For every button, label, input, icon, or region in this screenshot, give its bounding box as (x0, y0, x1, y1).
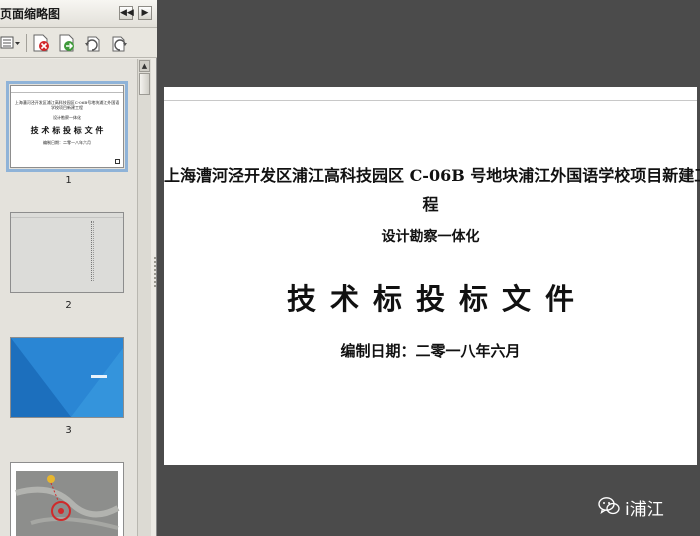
document-date: 编制日期：二零一八年六月 (340, 342, 521, 360)
document-title-line-2: 程 (422, 195, 439, 214)
thumbnail-1-main-title: 技 术 标 投 标 文 件 (30, 125, 104, 135)
panel-splitter[interactable] (153, 255, 157, 295)
page-thumbnails-panel: 页面缩略图 ◀◀ ▶ 上海漕河泾开发区浦江高科技园区C-06B号地块浦江外国语学… (0, 0, 157, 536)
panel-title: 页面缩略图 (0, 7, 61, 21)
thumbnail-options-icon[interactable] (0, 33, 22, 53)
thumbnail-1-number: 1 (65, 175, 72, 186)
page-view-marker (115, 159, 120, 164)
thumbnail-list[interactable]: 上海漕河泾开发区浦江高科技园区C-06B号地块浦江外国语学校项目新建工程 设计勘… (0, 59, 137, 536)
thumbnail-page-2[interactable] (10, 212, 124, 293)
thumbnail-1-date: 编制日期：二零一八年六月 (43, 140, 91, 145)
rotate-left-icon[interactable] (83, 33, 103, 53)
expand-panel-button[interactable]: ▶ (138, 6, 152, 20)
document-title-line-1: 上海漕河泾开发区浦江高科技园区 C-06B 号地块浦江外国语学校项目新建工 (164, 166, 700, 185)
thumbnail-page-4[interactable] (10, 462, 124, 536)
delete-page-icon[interactable] (31, 33, 51, 53)
thumbnail-page-3[interactable] (10, 337, 124, 418)
thumbnail-2-number: 2 (65, 300, 72, 311)
rotate-right-icon[interactable] (109, 33, 129, 53)
insert-page-icon[interactable] (57, 33, 77, 53)
thumbnail-1-subtitle: 设计勘察一体化 (53, 115, 81, 120)
page-header-rule (164, 87, 697, 101)
document-main-title: 技术标投标文件 (286, 282, 588, 316)
wechat-icon (598, 497, 620, 515)
panel-header: 页面缩略图 ◀◀ ▶ (0, 0, 157, 28)
thumbnail-2-vertical-text (91, 221, 94, 281)
document-page: 上海漕河泾开发区浦江高科技园区 C-06B 号地块浦江外国语学校项目新建工 程 … (164, 87, 700, 465)
thumbnail-scrollbar[interactable]: ▲ (137, 59, 151, 536)
thumbnail-1-title: 上海漕河泾开发区浦江高科技园区C-06B号地块浦江外国语学校项目新建工程 (14, 100, 120, 110)
scrollbar-handle[interactable] (139, 73, 150, 95)
watermark-text: i浦江 (625, 500, 664, 520)
toolbar-separator (26, 34, 27, 52)
document-subtitle: 设计勘察一体化 (381, 229, 480, 245)
thumbnail-toolbar (0, 28, 157, 58)
thumbnail-3-number: 3 (65, 425, 72, 436)
thumbnail-page-1[interactable]: 上海漕河泾开发区浦江高科技园区C-06B号地块浦江外国语学校项目新建工程 设计勘… (6, 81, 128, 172)
collapse-panel-button[interactable]: ◀◀ (119, 6, 134, 20)
scroll-up-arrow-icon[interactable]: ▲ (139, 60, 150, 72)
